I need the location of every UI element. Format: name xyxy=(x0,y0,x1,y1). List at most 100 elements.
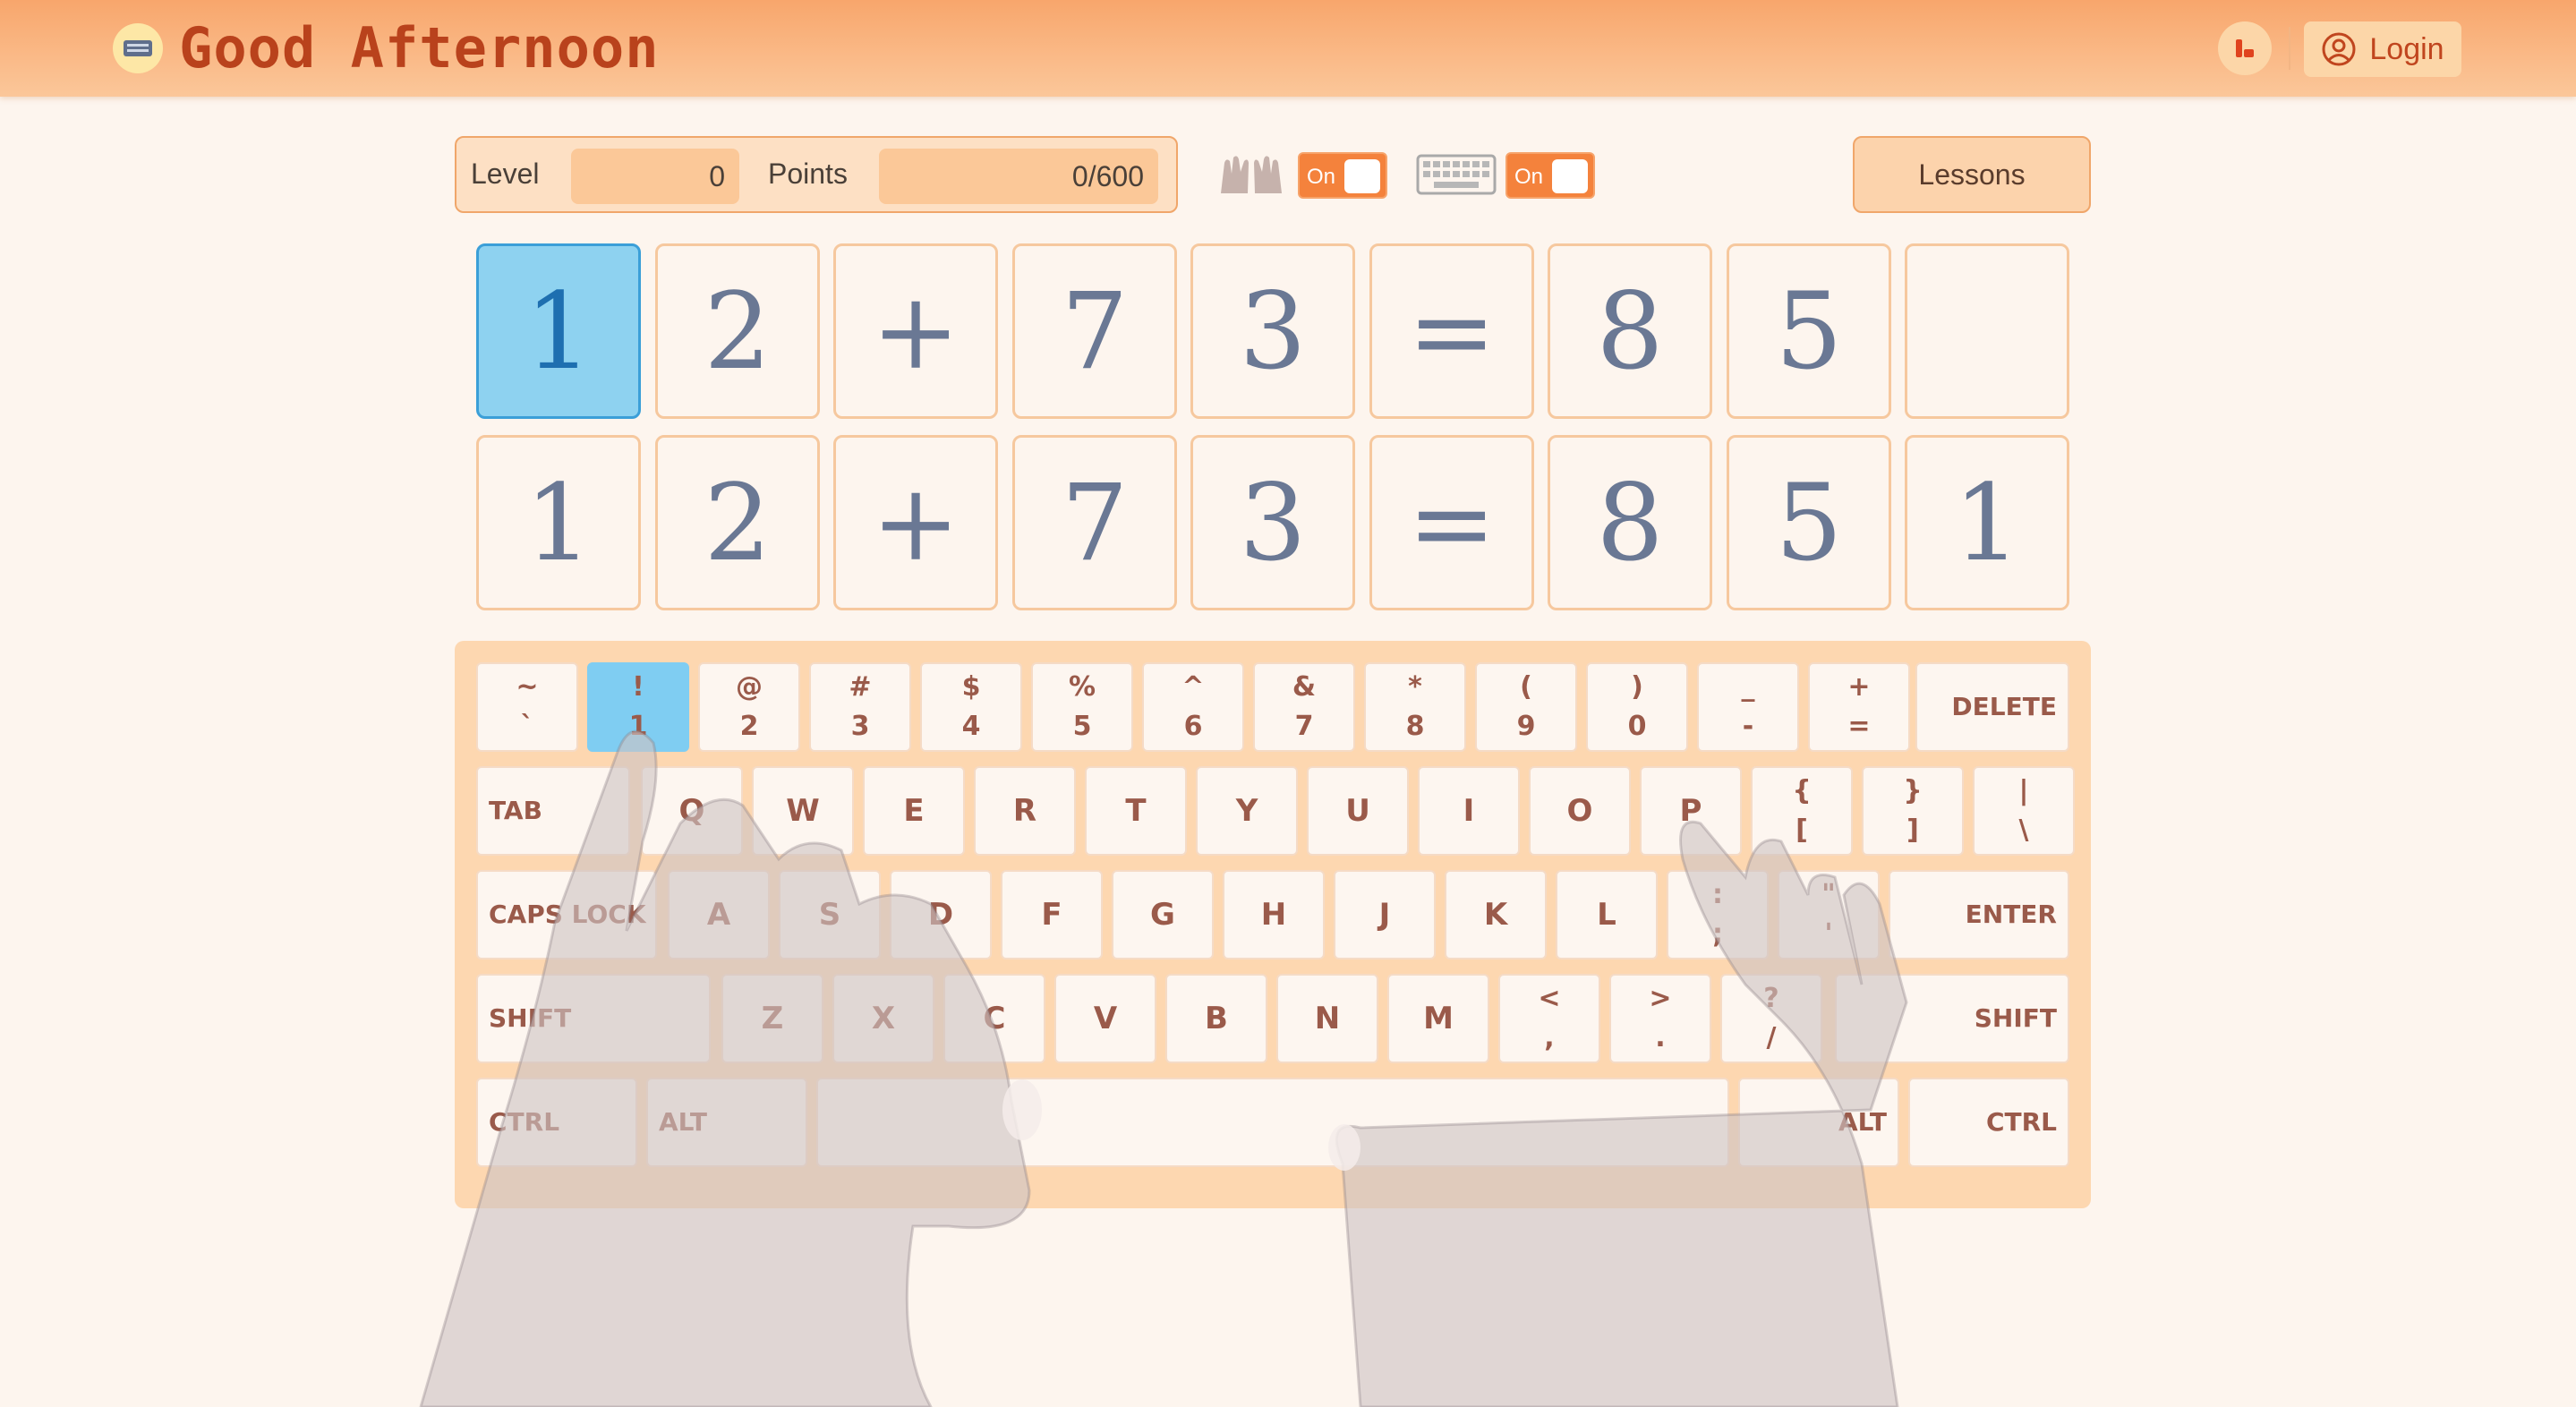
key-sym-r4-2[interactable]: ? / xyxy=(1720,974,1822,1063)
key-shift-char: ( xyxy=(1520,671,1532,703)
key-sym-r2-2[interactable]: | \ xyxy=(1973,766,2075,856)
answer-tile: 5 xyxy=(1727,435,1891,610)
key-sym-r3-1[interactable]: " ' xyxy=(1778,870,1880,959)
key-7[interactable]: & 7 xyxy=(1253,662,1355,752)
hands-toggle[interactable]: On xyxy=(1298,152,1387,199)
key-shift-char: < xyxy=(1538,983,1561,1014)
key-w[interactable]: W xyxy=(752,766,854,856)
ctrl-left-key[interactable]: CTRL xyxy=(476,1078,637,1167)
target-tile: = xyxy=(1369,243,1534,419)
key-12[interactable]: + = xyxy=(1808,662,1910,752)
caps-lock-key[interactable]: CAPS LOCK xyxy=(476,870,657,959)
brand-icon xyxy=(2236,39,2254,57)
key-d[interactable]: D xyxy=(890,870,992,959)
target-tile: 2 xyxy=(655,243,820,419)
keyboard-logo-icon[interactable] xyxy=(113,23,163,73)
login-button[interactable]: Login xyxy=(2304,21,2461,77)
key-shift-char: _ xyxy=(1741,671,1755,703)
key-3[interactable]: #3 xyxy=(809,662,911,752)
level-value: 0 xyxy=(571,149,739,204)
delete-key[interactable]: DELETE xyxy=(1915,662,2069,752)
key-g[interactable]: G xyxy=(1112,870,1214,959)
key-1[interactable]: ! 1 xyxy=(587,662,689,752)
key-shift-char: ) xyxy=(1631,671,1643,703)
top-bar: Good Afternoon Login xyxy=(0,0,2576,97)
key-h[interactable]: H xyxy=(1223,870,1325,959)
key-shift-char: : xyxy=(1712,879,1723,910)
answer-tile: 2 xyxy=(655,435,820,610)
key-r[interactable]: R xyxy=(974,766,1076,856)
enter-key[interactable]: ENTER xyxy=(1889,870,2069,959)
key-shift-char: + xyxy=(1847,671,1871,703)
shift-right-key[interactable]: SHIFT xyxy=(1835,974,2069,1063)
brand-icon-button[interactable] xyxy=(2218,21,2272,75)
key-o[interactable]: O xyxy=(1529,766,1631,856)
key-5[interactable]: % 5 xyxy=(1031,662,1133,752)
key-sym-r4-1[interactable]: >. xyxy=(1609,974,1711,1063)
answer-tile: + xyxy=(833,435,998,610)
key-11[interactable]: _ - xyxy=(1697,662,1799,752)
key-k[interactable]: K xyxy=(1445,870,1547,959)
key-x[interactable]: X xyxy=(832,974,934,1063)
ctrl-right-key[interactable]: CTRL xyxy=(1908,1078,2069,1167)
key-10[interactable]: ) 0 xyxy=(1586,662,1688,752)
key-c[interactable]: C xyxy=(943,974,1045,1063)
tab-key[interactable]: TAB xyxy=(476,766,630,856)
key-j[interactable]: J xyxy=(1334,870,1436,959)
hands-icon xyxy=(1221,156,1282,193)
key-shift-char: ^ xyxy=(1181,671,1205,703)
key-p[interactable]: P xyxy=(1640,766,1742,856)
key-4[interactable]: $4 xyxy=(920,662,1022,752)
space-bar[interactable] xyxy=(816,1078,1729,1167)
key-sym-r4-0[interactable]: <, xyxy=(1498,974,1600,1063)
key-sym-r3-0[interactable]: :; xyxy=(1667,870,1769,959)
key-f[interactable]: F xyxy=(1001,870,1103,959)
key-base-char: / xyxy=(1766,1022,1777,1053)
shift-left-key[interactable]: SHIFT xyxy=(476,974,711,1063)
key-shift-char: * xyxy=(1408,671,1422,703)
login-label: Login xyxy=(2369,31,2444,66)
key-q[interactable]: Q xyxy=(641,766,743,856)
key-l[interactable]: L xyxy=(1556,870,1658,959)
target-tile: 1 xyxy=(476,243,641,419)
key-s[interactable]: S xyxy=(779,870,881,959)
key-i[interactable]: I xyxy=(1418,766,1520,856)
hands-toggle-knob xyxy=(1344,159,1380,193)
key-base-char: 3 xyxy=(850,711,870,742)
key-shift-char: $ xyxy=(961,671,981,703)
key-shift-char: { xyxy=(1792,775,1812,806)
key-2[interactable]: @2 xyxy=(698,662,800,752)
key-6[interactable]: ^ 6 xyxy=(1142,662,1244,752)
target-tile xyxy=(1905,243,2069,419)
key-8[interactable]: * 8 xyxy=(1364,662,1466,752)
key-y[interactable]: Y xyxy=(1196,766,1298,856)
key-base-char: ; xyxy=(1712,918,1723,950)
key-n[interactable]: N xyxy=(1276,974,1378,1063)
user-circle-icon xyxy=(2322,32,2356,66)
key-z[interactable]: Z xyxy=(721,974,823,1063)
key-shift-char: # xyxy=(849,671,872,703)
key-9[interactable]: (9 xyxy=(1475,662,1577,752)
key-sym-r2-0[interactable]: {[ xyxy=(1751,766,1853,856)
key-base-char: 8 xyxy=(1405,711,1425,742)
alt-right-key[interactable]: ALT xyxy=(1738,1078,1899,1167)
key-m[interactable]: M xyxy=(1387,974,1489,1063)
key-base-char: ] xyxy=(1906,814,1919,846)
target-tile: 5 xyxy=(1727,243,1891,419)
key-u[interactable]: U xyxy=(1307,766,1409,856)
alt-left-key[interactable]: ALT xyxy=(646,1078,807,1167)
key-sym-r2-1[interactable]: }] xyxy=(1862,766,1964,856)
key-shift-char: ~ xyxy=(516,671,539,703)
key-t[interactable]: T xyxy=(1085,766,1187,856)
answer-tile: = xyxy=(1369,435,1534,610)
key-b[interactable]: B xyxy=(1165,974,1267,1063)
lessons-button[interactable]: Lessons xyxy=(1853,136,2091,213)
key-v[interactable]: V xyxy=(1054,974,1156,1063)
key-a[interactable]: A xyxy=(668,870,770,959)
key-0[interactable]: ~ ` xyxy=(476,662,578,752)
target-tile: + xyxy=(833,243,998,419)
keyboard-toggle[interactable]: On xyxy=(1506,152,1595,199)
answer-tile: 1 xyxy=(1905,435,2069,610)
key-e[interactable]: E xyxy=(863,766,965,856)
virtual-keyboard: ~ `! 1 @2 #3 $4% 5 ^ 6 & 7 * 8(9) 0 _ - + = DELETE TAB Q W E R T… xyxy=(455,641,2091,1208)
